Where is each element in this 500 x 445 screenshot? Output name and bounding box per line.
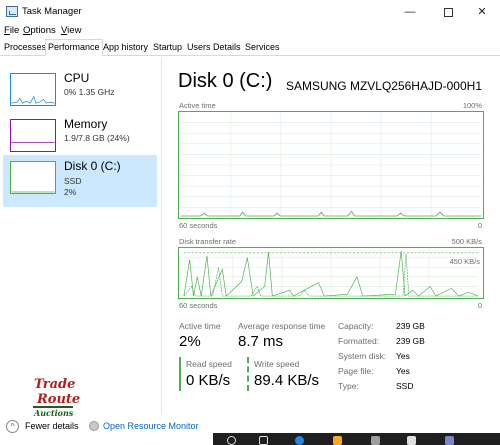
edge-browser-icon[interactable]	[295, 436, 304, 445]
tab-startup[interactable]: Startup	[151, 40, 184, 56]
menu-options[interactable]: Options	[23, 25, 56, 36]
capacity-label: Capacity:	[338, 321, 374, 331]
avg-response-label: Average response time	[238, 321, 326, 331]
task-view-icon[interactable]	[259, 436, 268, 445]
file-explorer-icon[interactable]	[333, 436, 342, 445]
avg-response-value: 8.7 ms	[238, 333, 284, 350]
chevron-up-icon[interactable]: ^	[6, 420, 19, 433]
active-time-axis-left: 60 seconds	[179, 221, 218, 230]
disk-thumbnail-graph	[10, 161, 56, 194]
page-file-label: Page file:	[338, 366, 374, 376]
transfer-rate-graph	[178, 247, 484, 299]
sidebar-disk-title: Disk 0 (C:)	[64, 159, 121, 173]
tab-strip: Processes Performance App history Startu…	[0, 39, 500, 57]
read-speed-value: 0 KB/s	[186, 372, 231, 389]
tab-performance[interactable]: Performance	[45, 39, 103, 57]
tab-services[interactable]: Services	[243, 40, 282, 56]
system-disk-value: Yes	[396, 351, 410, 361]
transfer-axis-left: 60 seconds	[179, 301, 218, 310]
sidebar-cpu-sub: 0% 1.35 GHz	[64, 87, 115, 97]
cpu-thumbnail-graph	[10, 73, 56, 106]
menu-view[interactable]: View	[61, 25, 81, 36]
tab-details[interactable]: Details	[211, 40, 243, 56]
menu-file[interactable]: File	[4, 25, 19, 36]
disk-model: SAMSUNG MZVLQ256HAJD-000H1	[285, 79, 482, 93]
minimize-button[interactable]: —	[392, 0, 428, 24]
sidebar-cpu-title: CPU	[64, 71, 90, 85]
active-time-graph	[178, 111, 484, 219]
read-speed-box: Read speed 0 KB/s	[179, 357, 239, 391]
active-time-max-label: 100%	[462, 101, 482, 110]
open-resource-monitor-link[interactable]: Open Resource Monitor	[103, 421, 199, 431]
sidebar-item-cpu[interactable]: CPU 0% 1.35 GHz	[3, 67, 157, 119]
page-title: Disk 0 (C:)	[178, 70, 273, 92]
tab-app-history[interactable]: App history	[101, 40, 150, 56]
formatted-label: Formatted:	[338, 336, 380, 346]
maximize-button[interactable]	[430, 0, 466, 24]
fewer-details-link[interactable]: Fewer details	[25, 421, 79, 431]
transfer-rate-mid-label: 450 KB/s	[449, 257, 480, 266]
store-icon[interactable]	[371, 436, 380, 445]
close-button[interactable]: ✕	[464, 0, 500, 24]
active-time-axis-right: 0	[477, 221, 482, 230]
maximize-icon	[443, 7, 453, 17]
sidebar-item-disk[interactable]: Disk 0 (C:) SSD 2%	[3, 155, 157, 207]
watermark-line1: Trade	[34, 377, 76, 392]
memory-thumbnail-graph	[10, 119, 56, 152]
window-title: Task Manager	[22, 6, 82, 17]
sidebar-disk-type: SSD	[64, 176, 82, 186]
type-label: Type:	[338, 381, 359, 391]
taskbar	[213, 433, 500, 445]
resource-monitor-icon	[89, 421, 99, 431]
transfer-rate-graph-label: Disk transfer rate	[179, 237, 237, 246]
write-speed-value: 89.4 KB/s	[254, 372, 320, 389]
page-file-value: Yes	[396, 366, 410, 376]
active-time-label: Active time	[179, 321, 221, 331]
sidebar-disk-percent: 2%	[64, 187, 77, 197]
task-manager-icon	[6, 6, 18, 17]
write-speed-label: Write speed	[254, 359, 300, 369]
title-bar: Task Manager — ✕	[0, 0, 500, 24]
type-value: SSD	[396, 381, 414, 391]
resource-sidebar: CPU 0% 1.35 GHz Memory 1.9/7.8 GB (24%) …	[0, 57, 162, 415]
watermark-line2: Route	[37, 392, 81, 407]
tab-processes[interactable]: Processes	[2, 40, 48, 56]
transfer-axis-right: 0	[477, 301, 482, 310]
sidebar-memory-title: Memory	[64, 117, 108, 131]
system-disk-label: System disk:	[338, 351, 387, 361]
transfer-rate-max-label: 500 KB/s	[451, 237, 482, 246]
search-icon[interactable]	[227, 436, 236, 445]
task-manager-taskbar-icon[interactable]	[445, 436, 454, 445]
tab-users[interactable]: Users	[185, 40, 213, 56]
formatted-value: 239 GB	[396, 336, 425, 346]
read-speed-label: Read speed	[186, 359, 232, 369]
write-speed-box: Write speed 89.4 KB/s	[247, 357, 327, 391]
capacity-value: 239 GB	[396, 321, 425, 331]
sidebar-memory-sub: 1.9/7.8 GB (24%)	[64, 133, 130, 143]
active-time-value: 2%	[179, 333, 201, 350]
mail-icon[interactable]	[407, 436, 416, 445]
active-time-graph-label: Active time	[179, 101, 216, 110]
